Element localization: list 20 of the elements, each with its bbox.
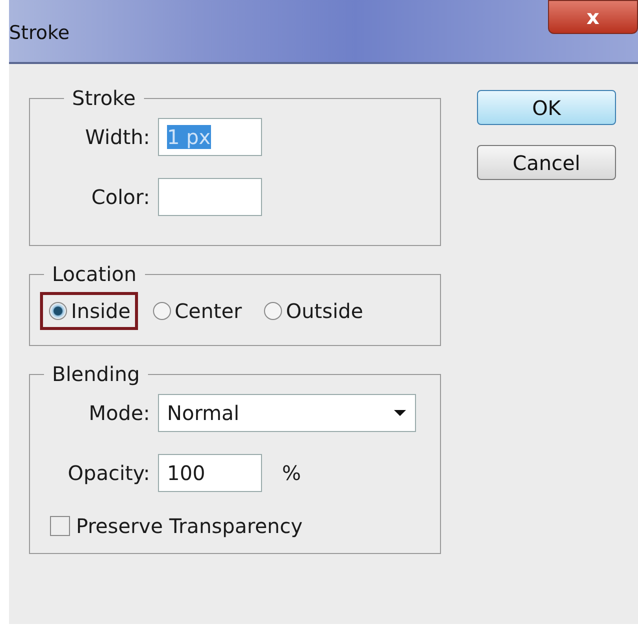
caret-icon xyxy=(393,409,407,417)
field-label: Color: xyxy=(90,185,151,209)
close-button[interactable]: x xyxy=(548,0,638,34)
field-label: Opacity: xyxy=(66,461,151,485)
unit-label: % xyxy=(282,461,302,485)
cancel-button[interactable]: Cancel xyxy=(477,145,616,180)
window-title: Stroke xyxy=(9,21,70,44)
mode-dropdown[interactable]: Normal xyxy=(158,394,416,432)
field-label: Mode: xyxy=(88,401,151,425)
ok-button[interactable]: OK xyxy=(477,90,616,125)
group-legend: Stroke xyxy=(64,86,144,110)
radio-option[interactable]: Center xyxy=(152,299,242,323)
opacity-field[interactable]: 100 xyxy=(158,454,262,492)
preserve-checkbox[interactable]: Preserve Transparency xyxy=(40,514,440,538)
radio-option[interactable]: Outside xyxy=(264,299,364,323)
radio-option[interactable]: Inside xyxy=(49,299,131,323)
color-swatch[interactable] xyxy=(158,178,262,216)
group-legend: Location xyxy=(44,262,145,286)
field-label: Width: xyxy=(84,125,151,149)
group-legend: Blending xyxy=(44,362,148,386)
